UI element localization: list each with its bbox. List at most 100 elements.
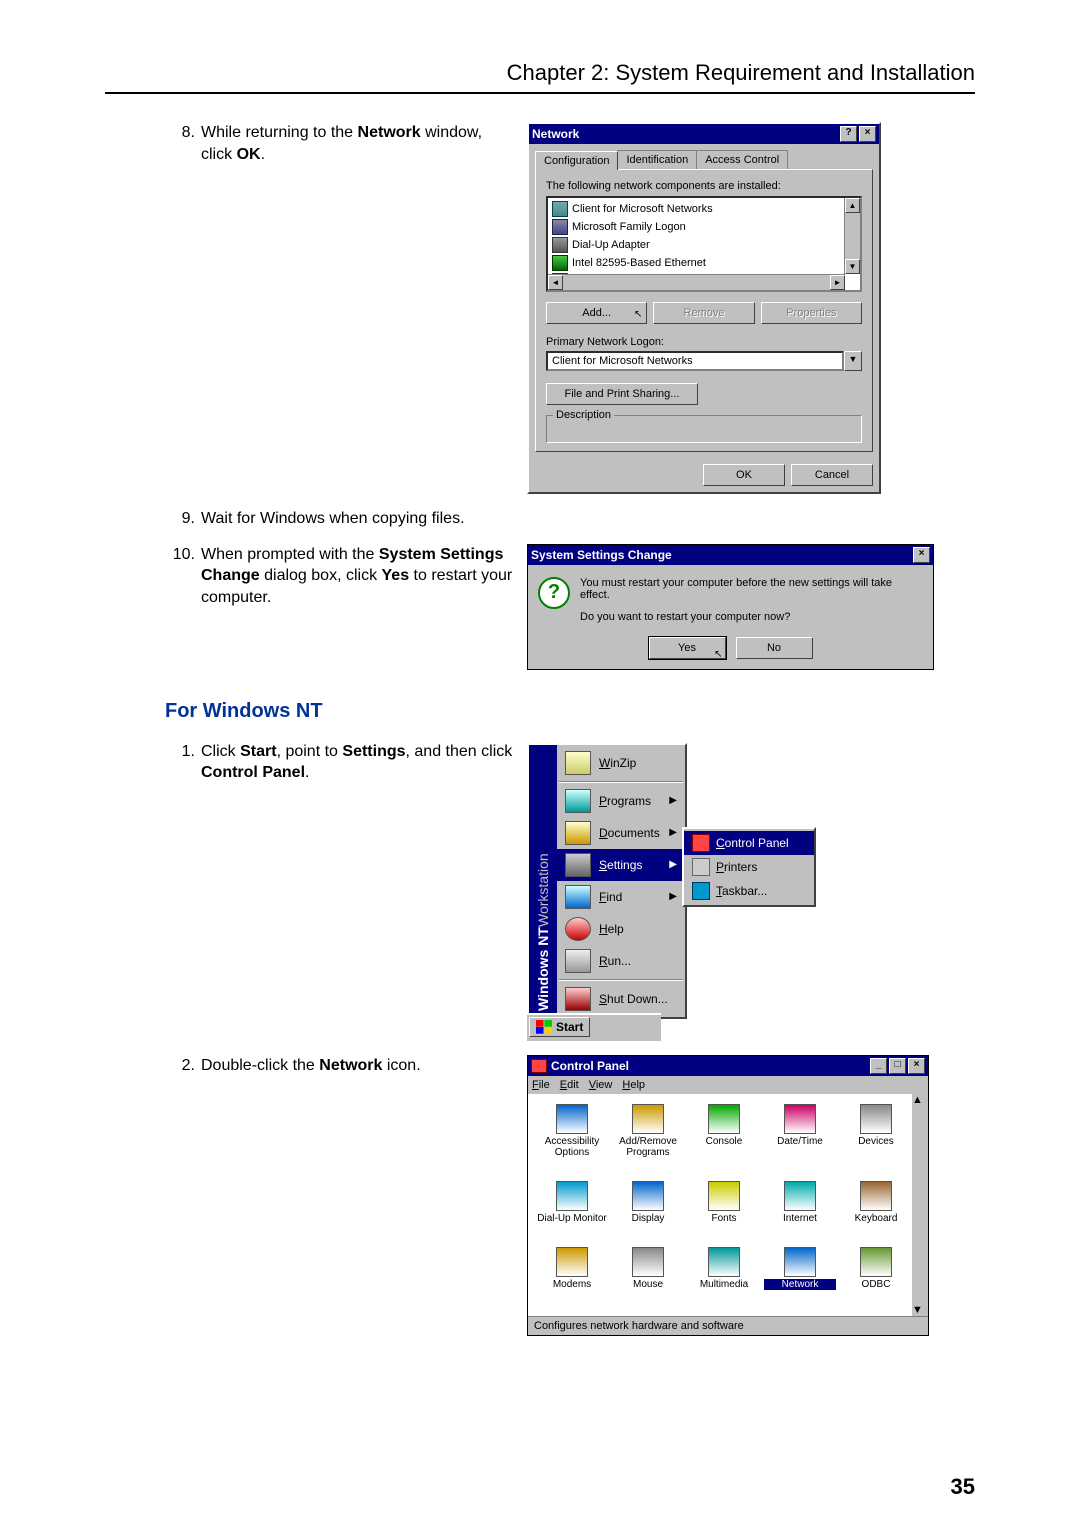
submenu-item-taskbar-[interactable]: Taskbar... <box>684 879 814 903</box>
ssc-message-2: Do you want to restart your computer now… <box>580 611 923 623</box>
cp-titlebar: Control Panel _ □ × <box>528 1056 928 1076</box>
cp-item-odbc[interactable]: ODBC <box>840 1247 912 1301</box>
cp-item-accessibility-options[interactable]: Accessibility Options <box>536 1104 608 1169</box>
cp-item-console[interactable]: Console <box>688 1104 760 1169</box>
cancel-button[interactable]: Cancel <box>791 464 873 486</box>
start-menu-item-help[interactable]: Help <box>557 913 685 945</box>
no-button[interactable]: No <box>736 637 813 659</box>
cp-item-label: Network <box>764 1279 836 1290</box>
tb-icon <box>692 882 710 900</box>
cp-item-modems[interactable]: Modems <box>536 1247 608 1301</box>
scroll-down-icon[interactable]: ▼ <box>845 259 860 274</box>
cp-item-label: Keyboard <box>840 1213 912 1224</box>
odbc-icon <box>860 1247 892 1277</box>
cp-item-mouse[interactable]: Mouse <box>612 1247 684 1301</box>
cp-item-add-remove-programs[interactable]: Add/Remove Programs <box>612 1104 684 1169</box>
start-menu-item-settings[interactable]: Settings▶ <box>557 849 685 881</box>
submenu-arrow-icon: ▶ <box>669 827 677 838</box>
chapter-header: Chapter 2: System Requirement and Instal… <box>105 60 975 94</box>
start-button[interactable]: Start <box>529 1017 590 1037</box>
menu-file[interactable]: File <box>532 1079 550 1091</box>
close-icon[interactable]: × <box>859 126 876 142</box>
minimize-icon[interactable]: _ <box>870 1058 887 1074</box>
cp-item-label: Display <box>612 1213 684 1224</box>
network-icon <box>784 1247 816 1277</box>
help-icon[interactable]: ? <box>840 126 857 142</box>
cp-item-fonts[interactable]: Fonts <box>688 1181 760 1235</box>
scroll-left-icon[interactable]: ◄ <box>548 275 563 290</box>
tab-identification[interactable]: Identification <box>617 150 697 169</box>
list-item[interactable]: Microsoft Family Logon <box>550 218 858 236</box>
nt-step-2: 2.Double-click the Network icon. <box>105 1055 515 1077</box>
cp-item-label: Console <box>688 1136 760 1147</box>
taskbar: Start <box>527 1013 661 1041</box>
list-item[interactable]: Dial-Up Adapter <box>550 236 858 254</box>
network-dialog: Network ? × Configuration Identification… <box>527 122 881 494</box>
file-print-sharing-button[interactable]: File and Print Sharing... <box>546 383 698 405</box>
start-menu-banner: Windows NT Workstation <box>529 745 557 1017</box>
menu-label: Shut Down... <box>599 992 668 1006</box>
menu-edit[interactable]: Edit <box>560 1079 579 1091</box>
cp-item-keyboard[interactable]: Keyboard <box>840 1181 912 1235</box>
menu-view[interactable]: View <box>589 1079 613 1091</box>
cp-item-dial-up-monitor[interactable]: Dial-Up Monitor <box>536 1181 608 1235</box>
primary-logon-dropdown[interactable]: Client for Microsoft Networks ▼ <box>546 351 862 371</box>
submenu-arrow-icon: ▶ <box>669 891 677 902</box>
submenu-label: Taskbar... <box>716 884 767 898</box>
ethernet-icon <box>552 255 568 271</box>
primary-logon-label: Primary Network Logon: <box>546 336 862 348</box>
submenu-item-printers[interactable]: Printers <box>684 855 814 879</box>
add-button[interactable]: Add... ↖ <box>546 302 647 324</box>
cp-item-date-time[interactable]: Date/Time <box>764 1104 836 1169</box>
winzip-icon <box>565 751 591 775</box>
cp-statusbar: Configures network hardware and software <box>528 1316 928 1335</box>
start-menu-item-documents[interactable]: Documents▶ <box>557 817 685 849</box>
menu-label: Programs <box>599 794 651 808</box>
start-menu-item-shut-down-[interactable]: Shut Down... <box>557 983 685 1015</box>
cp-item-internet[interactable]: Internet <box>764 1181 836 1235</box>
chevron-down-icon[interactable]: ▼ <box>844 351 862 371</box>
horizontal-scrollbar[interactable]: ◄ ► <box>548 274 845 290</box>
cp-item-multimedia[interactable]: Multimedia <box>688 1247 760 1301</box>
cp-item-devices[interactable]: Devices <box>840 1104 912 1169</box>
scroll-down-icon[interactable]: ▼ <box>912 1304 923 1316</box>
cp-icon <box>692 834 710 852</box>
maximize-icon[interactable]: □ <box>889 1058 906 1074</box>
page-number: 35 <box>951 1474 975 1500</box>
scroll-up-icon[interactable]: ▲ <box>845 198 860 213</box>
find-icon <box>565 885 591 909</box>
menu-label: Help <box>599 922 624 936</box>
close-icon[interactable]: × <box>913 547 930 563</box>
vertical-scrollbar[interactable]: ▲ ▼ <box>844 198 860 274</box>
menu-help[interactable]: Help <box>622 1079 645 1091</box>
scroll-right-icon[interactable]: ► <box>830 275 845 290</box>
ok-button[interactable]: OK <box>703 464 785 486</box>
tab-configuration[interactable]: Configuration <box>535 151 618 170</box>
tab-access-control[interactable]: Access Control <box>696 150 788 169</box>
cp-item-network[interactable]: Network <box>764 1247 836 1301</box>
start-menu-item-programs[interactable]: Programs▶ <box>557 785 685 817</box>
list-item[interactable]: Client for Microsoft Networks <box>550 200 858 218</box>
components-listbox[interactable]: Client for Microsoft Networks Microsoft … <box>546 196 862 292</box>
cp-item-label: Modems <box>536 1279 608 1290</box>
shut-icon <box>565 987 591 1011</box>
close-icon[interactable]: × <box>908 1058 925 1074</box>
start-menu-item-run-[interactable]: Run... <box>557 945 685 977</box>
cp-item-label: ODBC <box>840 1279 912 1290</box>
cp-item-label: Internet <box>764 1213 836 1224</box>
scroll-up-icon[interactable]: ▲ <box>912 1094 923 1106</box>
step-9: 9.Wait for Windows when copying files. <box>105 508 515 530</box>
start-menu-item-find[interactable]: Find▶ <box>557 881 685 913</box>
cp-item-display[interactable]: Display <box>612 1181 684 1235</box>
submenu-item-control-panel[interactable]: Control Panel <box>684 831 814 855</box>
step-10: 10.When prompted with the System Setting… <box>105 544 515 609</box>
yes-button[interactable]: Yes ↖ <box>649 637 726 659</box>
windows-logo-icon <box>536 1020 552 1034</box>
start-menu-item-winzip[interactable]: WinZip <box>557 747 685 779</box>
cp-item-label: Devices <box>840 1136 912 1147</box>
network-title: Network <box>532 127 579 141</box>
vertical-scrollbar[interactable]: ▲ ▼ <box>912 1094 928 1316</box>
list-item[interactable]: Intel 82595-Based Ethernet <box>550 254 858 272</box>
devices-icon <box>860 1104 892 1134</box>
system-settings-change-dialog: System Settings Change × ? You must rest… <box>527 544 934 670</box>
